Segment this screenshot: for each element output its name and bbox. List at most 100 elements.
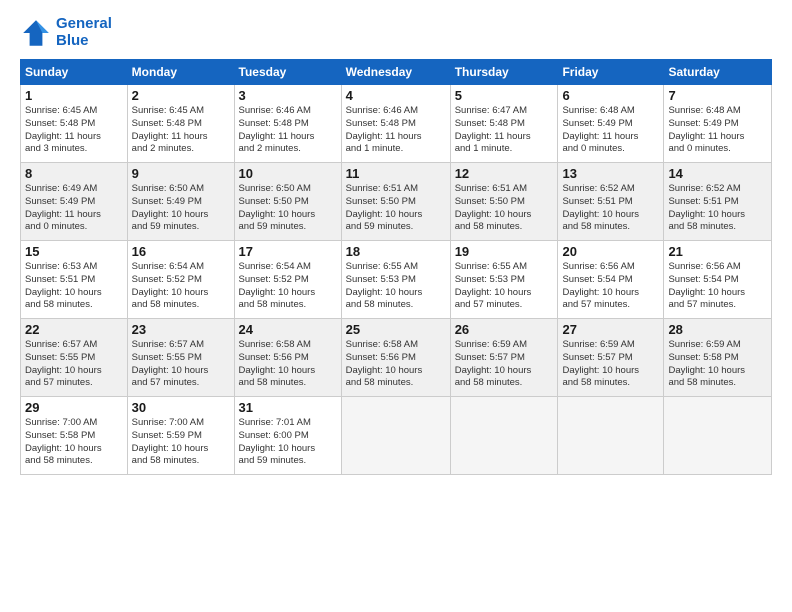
day-number: 25 [346,322,446,337]
day-number: 26 [455,322,554,337]
logo: General Blue [20,16,112,49]
logo-icon [20,17,52,49]
day-info: Sunrise: 6:48 AM Sunset: 5:49 PM Dayligh… [562,105,659,156]
table-row: 22 Sunrise: 6:57 AM Sunset: 5:55 PM Dayli… [21,319,128,397]
day-info: Sunrise: 6:52 AM Sunset: 5:51 PM Dayligh… [668,183,767,234]
day-info: Sunrise: 6:49 AM Sunset: 5:49 PM Dayligh… [25,183,123,234]
table-row: 2 Sunrise: 6:45 AM Sunset: 5:48 PM Daylig… [127,85,234,163]
table-row: 23 Sunrise: 6:57 AM Sunset: 5:55 PM Dayli… [127,319,234,397]
col-wednesday: Wednesday [341,60,450,85]
table-row: 13 Sunrise: 6:52 AM Sunset: 5:51 PM Dayli… [558,163,664,241]
day-info: Sunrise: 6:59 AM Sunset: 5:57 PM Dayligh… [455,339,554,390]
table-row: 7 Sunrise: 6:48 AM Sunset: 5:49 PM Daylig… [664,85,772,163]
day-number: 8 [25,166,123,181]
day-info: Sunrise: 6:46 AM Sunset: 5:48 PM Dayligh… [239,105,337,156]
col-monday: Monday [127,60,234,85]
day-info: Sunrise: 6:50 AM Sunset: 5:50 PM Dayligh… [239,183,337,234]
day-number: 29 [25,400,123,415]
table-row: 5 Sunrise: 6:47 AM Sunset: 5:48 PM Daylig… [450,85,558,163]
day-info: Sunrise: 6:57 AM Sunset: 5:55 PM Dayligh… [132,339,230,390]
day-number: 27 [562,322,659,337]
calendar-table: Sunday Monday Tuesday Wednesday Thursday… [20,59,772,475]
day-info: Sunrise: 7:00 AM Sunset: 5:58 PM Dayligh… [25,417,123,468]
day-number: 11 [346,166,446,181]
day-info: Sunrise: 6:52 AM Sunset: 5:51 PM Dayligh… [562,183,659,234]
day-number: 9 [132,166,230,181]
table-row: 1 Sunrise: 6:45 AM Sunset: 5:48 PM Daylig… [21,85,128,163]
table-row: 18 Sunrise: 6:55 AM Sunset: 5:53 PM Dayli… [341,241,450,319]
day-info: Sunrise: 6:58 AM Sunset: 5:56 PM Dayligh… [346,339,446,390]
table-row [341,397,450,475]
table-row: 10Sunrise: 6:50 AM Sunset: 5:50 PM Dayli… [234,163,341,241]
header: General Blue [20,16,772,49]
day-info: Sunrise: 6:47 AM Sunset: 5:48 PM Dayligh… [455,105,554,156]
table-row: 19 Sunrise: 6:55 AM Sunset: 5:53 PM Dayli… [450,241,558,319]
day-number: 2 [132,88,230,103]
day-number: 24 [239,322,337,337]
table-row: 16Sunrise: 6:54 AM Sunset: 5:52 PM Dayli… [127,241,234,319]
day-number: 30 [132,400,230,415]
table-row: 25 Sunrise: 6:58 AM Sunset: 5:56 PM Dayli… [341,319,450,397]
day-number: 18 [346,244,446,259]
table-row: 4 Sunrise: 6:46 AM Sunset: 5:48 PM Daylig… [341,85,450,163]
day-info: Sunrise: 6:56 AM Sunset: 5:54 PM Dayligh… [668,261,767,312]
day-info: Sunrise: 6:56 AM Sunset: 5:54 PM Dayligh… [562,261,659,312]
table-row [664,397,772,475]
day-info: Sunrise: 6:51 AM Sunset: 5:50 PM Dayligh… [455,183,554,234]
day-info: Sunrise: 6:45 AM Sunset: 5:48 PM Dayligh… [132,105,230,156]
table-row [558,397,664,475]
day-number: 19 [455,244,554,259]
day-info: Sunrise: 6:45 AM Sunset: 5:48 PM Dayligh… [25,105,123,156]
table-row [450,397,558,475]
table-row: 9 Sunrise: 6:50 AM Sunset: 5:49 PM Daylig… [127,163,234,241]
table-row: 8 Sunrise: 6:49 AM Sunset: 5:49 PM Daylig… [21,163,128,241]
day-number: 6 [562,88,659,103]
day-info: Sunrise: 6:46 AM Sunset: 5:48 PM Dayligh… [346,105,446,156]
day-info: Sunrise: 6:55 AM Sunset: 5:53 PM Dayligh… [346,261,446,312]
table-row: 21 Sunrise: 6:56 AM Sunset: 5:54 PM Dayli… [664,241,772,319]
table-row: 29 Sunrise: 7:00 AM Sunset: 5:58 PM Dayli… [21,397,128,475]
day-number: 20 [562,244,659,259]
day-info: Sunrise: 6:48 AM Sunset: 5:49 PM Dayligh… [668,105,767,156]
day-info: Sunrise: 6:54 AM Sunset: 5:52 PM Dayligh… [239,261,337,312]
day-number: 7 [668,88,767,103]
col-thursday: Thursday [450,60,558,85]
day-number: 5 [455,88,554,103]
day-info: Sunrise: 6:59 AM Sunset: 5:57 PM Dayligh… [562,339,659,390]
day-info: Sunrise: 6:51 AM Sunset: 5:50 PM Dayligh… [346,183,446,234]
table-row: 26 Sunrise: 6:59 AM Sunset: 5:57 PM Dayli… [450,319,558,397]
day-number: 15 [25,244,123,259]
day-number: 12 [455,166,554,181]
day-info: Sunrise: 6:50 AM Sunset: 5:49 PM Dayligh… [132,183,230,234]
table-row: 28Sunrise: 6:59 AM Sunset: 5:58 PM Dayli… [664,319,772,397]
table-row: 14Sunrise: 6:52 AM Sunset: 5:51 PM Dayli… [664,163,772,241]
table-row: 15 Sunrise: 6:53 AM Sunset: 5:51 PM Dayli… [21,241,128,319]
col-friday: Friday [558,60,664,85]
day-number: 3 [239,88,337,103]
table-row: 20 Sunrise: 6:56 AM Sunset: 5:54 PM Dayli… [558,241,664,319]
day-number: 4 [346,88,446,103]
page: General Blue Sunday Monday Tuesday Wedne… [0,0,792,612]
day-info: Sunrise: 7:00 AM Sunset: 5:59 PM Dayligh… [132,417,230,468]
table-row: 31 Sunrise: 7:01 AM Sunset: 6:00 PM Dayli… [234,397,341,475]
day-info: Sunrise: 6:57 AM Sunset: 5:55 PM Dayligh… [25,339,123,390]
day-info: Sunrise: 6:55 AM Sunset: 5:53 PM Dayligh… [455,261,554,312]
table-row: 27 Sunrise: 6:59 AM Sunset: 5:57 PM Dayli… [558,319,664,397]
table-row: 11 Sunrise: 6:51 AM Sunset: 5:50 PM Dayli… [341,163,450,241]
day-number: 17 [239,244,337,259]
col-saturday: Saturday [664,60,772,85]
table-row: 12 Sunrise: 6:51 AM Sunset: 5:50 PM Dayli… [450,163,558,241]
day-info: Sunrise: 6:53 AM Sunset: 5:51 PM Dayligh… [25,261,123,312]
day-number: 23 [132,322,230,337]
day-number: 1 [25,88,123,103]
table-row: 3 Sunrise: 6:46 AM Sunset: 5:48 PM Daylig… [234,85,341,163]
day-info: Sunrise: 6:54 AM Sunset: 5:52 PM Dayligh… [132,261,230,312]
day-info: Sunrise: 6:59 AM Sunset: 5:58 PM Dayligh… [668,339,767,390]
col-tuesday: Tuesday [234,60,341,85]
day-number: 22 [25,322,123,337]
day-info: Sunrise: 7:01 AM Sunset: 6:00 PM Dayligh… [239,417,337,468]
day-number: 21 [668,244,767,259]
day-number: 31 [239,400,337,415]
day-number: 13 [562,166,659,181]
header-row: Sunday Monday Tuesday Wednesday Thursday… [21,60,772,85]
